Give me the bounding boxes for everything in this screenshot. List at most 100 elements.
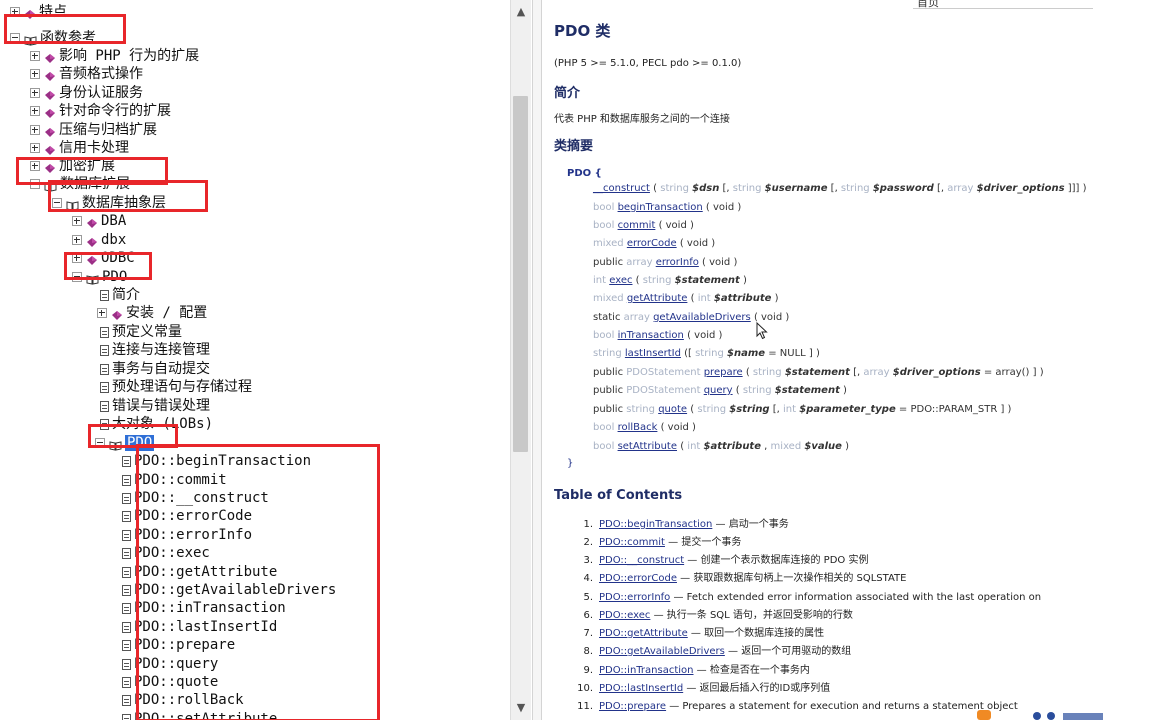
method-link[interactable]: lastInsertId	[625, 348, 681, 359]
expand-plus-icon[interactable]	[72, 235, 82, 245]
tree-node[interactable]: 音频格式操作	[30, 65, 143, 83]
tree-node[interactable]: PDO	[95, 434, 155, 452]
collapse-minus-icon[interactable]	[95, 438, 105, 448]
tree-node[interactable]: 函数参考	[10, 29, 96, 47]
tree-node[interactable]: PDO::beginTransaction	[122, 452, 311, 470]
expand-plus-icon[interactable]	[30, 125, 40, 135]
toc-link[interactable]: PDO::beginTransaction	[599, 519, 712, 530]
tree-node[interactable]: PDO::getAvailableDrivers	[122, 581, 336, 599]
toc-link[interactable]: PDO::errorCode	[599, 573, 677, 584]
scroll-up-icon[interactable]: ▲	[511, 2, 531, 22]
tree-node[interactable]: 简介	[100, 286, 140, 304]
method-link[interactable]: getAvailableDrivers	[653, 312, 751, 323]
method-signature: public array errorInfo ( void )	[593, 255, 737, 271]
expand-plus-icon[interactable]	[30, 88, 40, 98]
method-link[interactable]: beginTransaction	[618, 202, 703, 213]
scroll-down-icon[interactable]: ▼	[511, 698, 531, 718]
method-link[interactable]: inTransaction	[618, 330, 684, 341]
tree-node[interactable]: PDO::errorInfo	[122, 526, 252, 544]
method-link[interactable]: commit	[618, 220, 656, 231]
tree-node[interactable]: 身份认证服务	[30, 84, 143, 102]
tree-node-label: 数据库抽象层	[82, 195, 166, 211]
expand-plus-icon[interactable]	[10, 7, 20, 17]
tree-node[interactable]: 数据库扩展	[30, 175, 130, 193]
tree-node[interactable]: 针对命令行的扩展	[30, 102, 171, 120]
tree-node[interactable]: PDO::setAttribute	[122, 710, 277, 720]
tree-node[interactable]: 压缩与归档扩展	[30, 121, 157, 139]
method-link[interactable]: query	[704, 385, 733, 396]
toc-item: 2. PDO::commit — 提交一个事务	[571, 534, 741, 552]
toc-item: 9. PDO::inTransaction — 检查是否在一个事务内	[571, 662, 809, 680]
method-return-type: mixed	[593, 293, 624, 304]
tree-node[interactable]: PDO::quote	[122, 673, 218, 691]
method-link[interactable]: errorInfo	[656, 257, 699, 268]
collapse-minus-icon[interactable]	[10, 33, 20, 43]
toc-link[interactable]: PDO::lastInsertId	[599, 683, 683, 694]
method-link[interactable]: setAttribute	[618, 441, 677, 452]
tree-node[interactable]: 事务与自动提交	[100, 360, 210, 378]
tree-node-label: 音频格式操作	[59, 66, 143, 82]
expand-plus-icon[interactable]	[30, 161, 40, 171]
tree-node[interactable]: 预定义常量	[100, 323, 182, 341]
toc-description: — Fetch extended error information assoc…	[670, 592, 1042, 603]
tree-node[interactable]: 连接与连接管理	[100, 341, 210, 359]
collapse-minus-icon[interactable]	[72, 272, 82, 282]
toc-link[interactable]: PDO::commit	[599, 537, 665, 548]
toc-link[interactable]: PDO::getAttribute	[599, 628, 688, 639]
toc-link[interactable]: PDO::prepare	[599, 701, 666, 712]
tree-node[interactable]: 特点	[10, 3, 67, 21]
tree-node[interactable]: PDO::lastInsertId	[122, 618, 277, 636]
expand-plus-icon[interactable]	[30, 106, 40, 116]
method-modifier: public	[593, 367, 624, 378]
toc-link[interactable]: PDO::__construct	[599, 555, 684, 566]
tree-node[interactable]: 影响 PHP 行为的扩展	[30, 47, 199, 65]
tree-node[interactable]: PDO::prepare	[122, 636, 235, 654]
toc-link[interactable]: PDO::errorInfo	[599, 592, 670, 603]
method-link[interactable]: quote	[658, 404, 687, 415]
expand-plus-icon[interactable]	[30, 69, 40, 79]
toc-link[interactable]: PDO::exec	[599, 610, 650, 621]
scrollbar-thumb[interactable]	[513, 96, 528, 452]
method-link[interactable]: rollBack	[618, 422, 658, 433]
method-modifier: public	[593, 404, 624, 415]
tree-node[interactable]: 安装 / 配置	[97, 304, 207, 322]
toc-link[interactable]: PDO::inTransaction	[599, 665, 694, 676]
tree-node[interactable]: ODBC	[72, 249, 135, 267]
tree-node[interactable]: PDO::rollBack	[122, 691, 244, 709]
expand-plus-icon[interactable]	[72, 253, 82, 263]
expand-plus-icon[interactable]	[30, 143, 40, 153]
method-link[interactable]: exec	[609, 275, 632, 286]
tree-node[interactable]: 预处理语句与存储过程	[100, 378, 252, 396]
collapse-minus-icon[interactable]	[30, 179, 40, 189]
home-link[interactable]: 首页	[917, 0, 939, 10]
tree-node[interactable]: 大对象 (LOBs)	[100, 415, 213, 433]
book-icon	[44, 106, 56, 118]
tree-node[interactable]: PDO::__construct	[122, 489, 269, 507]
method-link[interactable]: prepare	[704, 367, 743, 378]
tree-node[interactable]: PDO::errorCode	[122, 507, 252, 525]
tree-node[interactable]: 信用卡处理	[30, 139, 129, 157]
method-link[interactable]: errorCode	[627, 238, 677, 249]
tree-node[interactable]: 数据库抽象层	[52, 194, 166, 212]
tree-node[interactable]: DBA	[72, 212, 126, 230]
page-icon	[122, 492, 131, 504]
tree-vertical-scrollbar[interactable]: ▲ ▼	[510, 0, 531, 720]
expand-plus-icon[interactable]	[72, 216, 82, 226]
tree-node[interactable]: PDO::commit	[122, 471, 227, 489]
tree-node[interactable]: PDO::query	[122, 655, 218, 673]
expand-plus-icon[interactable]	[30, 51, 40, 61]
tree-node[interactable]: PDO::inTransaction	[122, 599, 286, 617]
tree-node[interactable]: PDO	[72, 268, 127, 286]
toc-link[interactable]: PDO::getAvailableDrivers	[599, 646, 725, 657]
expand-plus-icon[interactable]	[97, 308, 107, 318]
method-link[interactable]: __construct	[593, 183, 650, 194]
tree-node[interactable]: dbx	[72, 231, 126, 249]
method-link[interactable]: getAttribute	[627, 293, 688, 304]
collapse-minus-icon[interactable]	[52, 198, 62, 208]
method-params: ( void )	[705, 202, 742, 213]
tree-node[interactable]: PDO::exec	[122, 544, 210, 562]
tree-node[interactable]: 加密扩展	[30, 157, 115, 175]
pane-splitter[interactable]	[532, 0, 542, 720]
tree-node[interactable]: 错误与错误处理	[100, 397, 210, 415]
tree-node[interactable]: PDO::getAttribute	[122, 563, 277, 581]
